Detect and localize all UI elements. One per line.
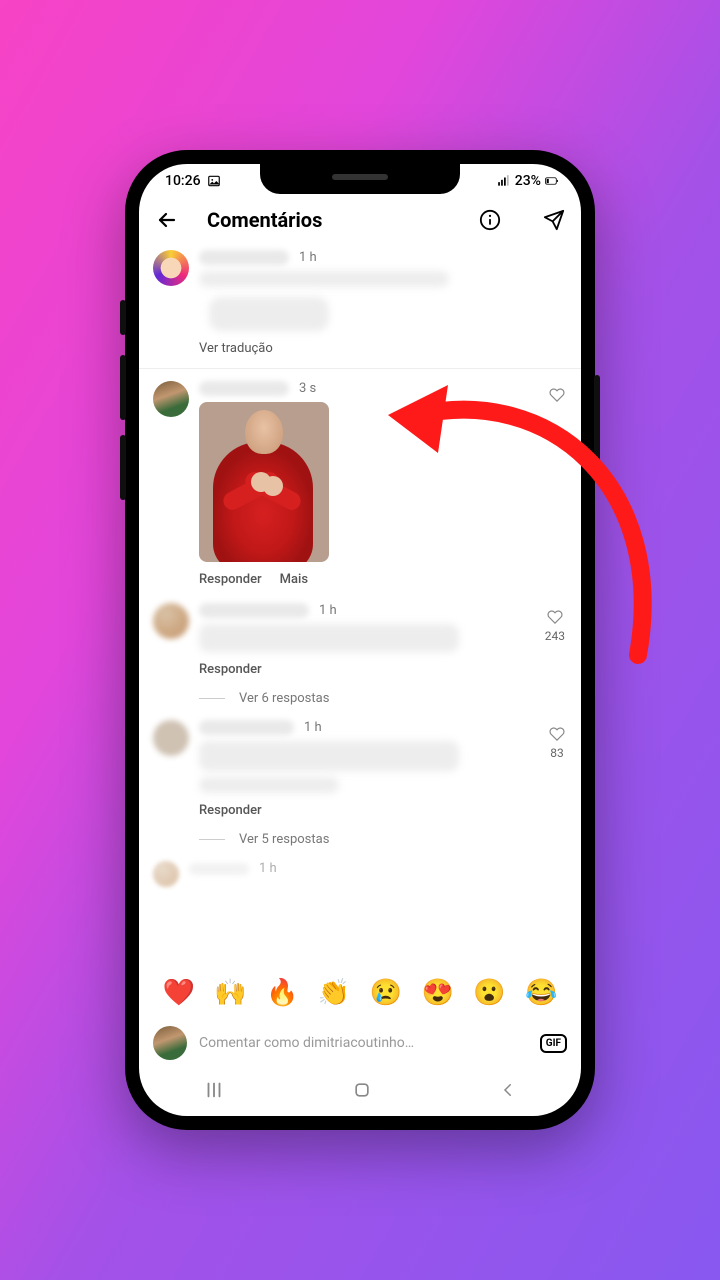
header: Comentários bbox=[139, 198, 581, 242]
back-icon[interactable] bbox=[155, 208, 179, 232]
comment-text-redacted bbox=[199, 624, 459, 652]
emoji-fire[interactable]: 🔥 bbox=[266, 978, 298, 1008]
signal-icon bbox=[497, 174, 511, 188]
see-replies-label: Ver 6 respostas bbox=[239, 691, 329, 706]
like-icon[interactable] bbox=[549, 726, 565, 742]
comments-feed[interactable]: 1 h Ver tradução 3 s bbox=[139, 242, 581, 968]
composer-avatar[interactable] bbox=[153, 1026, 187, 1060]
username-redacted bbox=[199, 250, 289, 265]
comment-item[interactable]: 1 h Responder 83 bbox=[139, 712, 581, 826]
avatar[interactable] bbox=[153, 603, 189, 639]
comment-gif[interactable] bbox=[199, 402, 329, 562]
avatar[interactable] bbox=[153, 250, 189, 286]
comment-timestamp: 1 h bbox=[304, 720, 322, 735]
emoji-cry[interactable]: 😢 bbox=[370, 978, 402, 1008]
back-nav-icon[interactable] bbox=[499, 1081, 517, 1099]
avatar[interactable] bbox=[153, 861, 179, 887]
emoji-quick-bar: ❤️ 🙌 🔥 👏 😢 😍 😮 😂 bbox=[139, 968, 581, 1018]
phone-mute-switch bbox=[120, 300, 126, 335]
like-count: 83 bbox=[550, 746, 564, 760]
comment-text-redacted bbox=[199, 777, 339, 793]
username-redacted bbox=[189, 863, 249, 875]
comment-text-redacted bbox=[199, 741, 459, 771]
comment-composer: Comentar como dimitriacoutinho… GIF bbox=[139, 1018, 581, 1070]
see-replies-label: Ver 5 respostas bbox=[239, 832, 329, 847]
send-icon[interactable] bbox=[543, 209, 565, 231]
see-translation-link[interactable]: Ver tradução bbox=[199, 341, 567, 356]
comment-timestamp: 1 h bbox=[259, 861, 277, 876]
see-replies-link[interactable]: Ver 6 respostas bbox=[199, 691, 581, 706]
emoji-surprised[interactable]: 😮 bbox=[473, 978, 505, 1008]
comment-item[interactable]: 3 s Responder Mais bbox=[139, 373, 581, 595]
more-link[interactable]: Mais bbox=[280, 572, 308, 587]
comment-item[interactable]: 1 h Responder 243 bbox=[139, 595, 581, 685]
comment-timestamp: 1 h bbox=[299, 250, 317, 265]
reply-link[interactable]: Responder bbox=[199, 572, 262, 587]
home-icon[interactable] bbox=[352, 1080, 372, 1100]
info-icon[interactable] bbox=[479, 209, 501, 231]
comment-item[interactable]: 1 h bbox=[139, 853, 581, 887]
android-nav-bar bbox=[139, 1070, 581, 1116]
emoji-heart-eyes[interactable]: 😍 bbox=[422, 978, 454, 1008]
phone-power-button bbox=[594, 375, 600, 470]
page-title: Comentários bbox=[207, 208, 322, 232]
battery-icon bbox=[545, 174, 559, 188]
reply-link[interactable]: Responder bbox=[199, 662, 262, 677]
phone-volume-down bbox=[120, 435, 126, 500]
comment-text-redacted bbox=[199, 271, 449, 287]
avatar[interactable] bbox=[153, 381, 189, 417]
emoji-laugh[interactable]: 😂 bbox=[525, 978, 557, 1008]
avatar[interactable] bbox=[153, 720, 189, 756]
see-replies-link[interactable]: Ver 5 respostas bbox=[199, 832, 581, 847]
phone-frame: 10:26 23% Comentários bbox=[125, 150, 595, 1130]
status-battery-text: 23% bbox=[515, 173, 541, 189]
recents-icon[interactable] bbox=[203, 1081, 225, 1099]
comment-item[interactable]: 1 h Ver tradução bbox=[139, 242, 581, 364]
emoji-clap[interactable]: 👏 bbox=[318, 978, 350, 1008]
like-icon[interactable] bbox=[549, 387, 565, 403]
like-icon[interactable] bbox=[547, 609, 563, 625]
emoji-heart[interactable]: ❤️ bbox=[162, 978, 194, 1008]
comment-timestamp: 1 h bbox=[319, 603, 337, 618]
emoji-raised-hands[interactable]: 🙌 bbox=[214, 978, 246, 1008]
phone-notch bbox=[260, 164, 460, 194]
divider bbox=[139, 368, 581, 369]
phone-volume-up bbox=[120, 355, 126, 420]
reply-link[interactable]: Responder bbox=[199, 803, 262, 818]
comment-attachment-redacted bbox=[209, 297, 329, 331]
username-redacted bbox=[199, 381, 289, 396]
status-time: 10:26 bbox=[165, 173, 201, 189]
comment-timestamp: 3 s bbox=[299, 381, 316, 396]
composer-input[interactable]: Comentar como dimitriacoutinho… bbox=[199, 1035, 528, 1051]
like-count: 243 bbox=[545, 629, 565, 643]
username-redacted bbox=[199, 603, 309, 618]
username-redacted bbox=[199, 720, 294, 735]
screen: 10:26 23% Comentários bbox=[139, 164, 581, 1116]
picture-icon bbox=[207, 174, 221, 188]
gif-button[interactable]: GIF bbox=[540, 1034, 567, 1053]
